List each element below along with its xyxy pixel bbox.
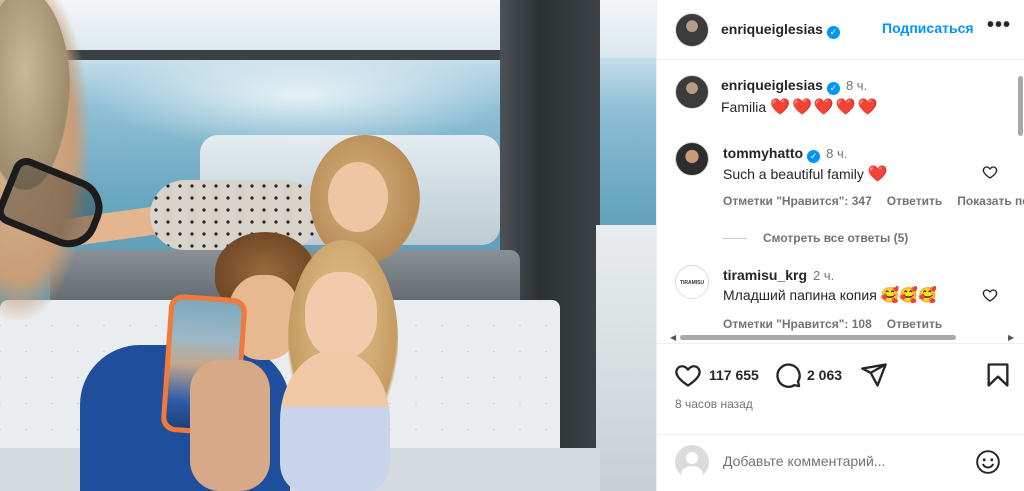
scroll-right-arrow-icon[interactable]: ▶ bbox=[1008, 333, 1014, 342]
translate-button[interactable]: Показать перевод bbox=[957, 194, 1024, 208]
verified-badge-icon: ✓ bbox=[807, 150, 821, 163]
hand bbox=[190, 360, 270, 491]
heart-icon[interactable] bbox=[674, 361, 702, 389]
likes-count[interactable]: 117 655 bbox=[709, 367, 759, 383]
caption-hearts: ❤️❤️❤️❤️❤️ bbox=[770, 99, 880, 116]
verified-badge-icon: ✓ bbox=[826, 26, 840, 39]
post-actions: 117 655 2 063 8 часов назад bbox=[657, 343, 1024, 423]
girl-face bbox=[305, 272, 377, 358]
add-comment-bar bbox=[657, 434, 1024, 491]
author-avatar[interactable] bbox=[675, 13, 709, 47]
comment-author[interactable]: tiramisu_krg 2 ч. bbox=[723, 267, 834, 283]
paper-plane-icon[interactable] bbox=[860, 361, 888, 389]
caption-time[interactable]: 8 ч. bbox=[846, 78, 867, 93]
comment-avatar-tiramisu[interactable]: TIRAMISU bbox=[675, 265, 709, 299]
post-header: enriqueiglesias ✓ Подписаться ••• bbox=[657, 0, 1024, 60]
comment-likes[interactable]: Отметки "Нравится": 108 bbox=[723, 317, 872, 331]
caption-text: Familia ❤️❤️❤️❤️❤️ bbox=[721, 99, 880, 116]
comment-avatar-tommyhatto[interactable] bbox=[675, 142, 709, 176]
comment-like-heart-icon[interactable] bbox=[982, 164, 998, 180]
comment-likes[interactable]: Отметки "Нравится": 347 bbox=[723, 194, 872, 208]
author-username[interactable]: enriqueiglesias ✓ bbox=[721, 21, 840, 39]
more-options-icon[interactable]: ••• bbox=[987, 14, 1011, 37]
smiley-icon[interactable] bbox=[975, 449, 1001, 475]
post-time[interactable]: 8 часов назад bbox=[675, 397, 753, 411]
current-user-avatar bbox=[675, 445, 709, 479]
comment-meta: Отметки "Нравится": 347 Ответить Показать … bbox=[723, 194, 1024, 208]
reply-button[interactable]: Ответить bbox=[887, 194, 942, 208]
comments-vertical-scrollbar[interactable] bbox=[1016, 62, 1024, 337]
caption-author-avatar[interactable] bbox=[675, 75, 709, 109]
boat-side bbox=[596, 225, 656, 491]
reply-button[interactable]: Ответить bbox=[887, 317, 942, 331]
verified-badge-icon: ✓ bbox=[826, 82, 840, 95]
scrollbar-thumb[interactable] bbox=[680, 335, 956, 340]
comments-list[interactable]: enriqueiglesias ✓ 8 ч. Familia ❤️❤️❤️❤️❤️ … bbox=[657, 61, 1024, 340]
add-comment-input[interactable] bbox=[723, 453, 973, 469]
view-replies-button[interactable]: Смотреть все ответы (5) bbox=[723, 231, 908, 245]
comments-count[interactable]: 2 063 bbox=[807, 367, 842, 383]
comment-like-heart-icon[interactable] bbox=[982, 287, 998, 303]
comment-author[interactable]: tommyhatto ✓ 8 ч. bbox=[723, 145, 847, 163]
caption-author[interactable]: enriqueiglesias ✓ 8 ч. bbox=[721, 77, 867, 95]
follow-button[interactable]: Подписаться bbox=[882, 20, 974, 36]
scroll-left-arrow-icon[interactable]: ◀ bbox=[670, 333, 676, 342]
comments-horizontal-scrollbar[interactable]: ◀ ▶ bbox=[668, 333, 1016, 342]
comment-meta: Отметки "Нравится": 108 Ответить bbox=[723, 317, 957, 331]
bookmark-icon[interactable] bbox=[984, 361, 1012, 389]
post-side-panel: enriqueiglesias ✓ Подписаться ••• enrique… bbox=[656, 0, 1024, 491]
comment-emoji: 🥰🥰🥰 bbox=[880, 287, 937, 304]
post-photo[interactable] bbox=[0, 0, 656, 491]
scrollbar-thumb[interactable] bbox=[1018, 76, 1023, 136]
baby bbox=[280, 350, 390, 491]
comment-icon[interactable] bbox=[774, 361, 802, 389]
comment-text: Младший папина копия 🥰🥰🥰 bbox=[723, 287, 937, 304]
comment-emoji: ❤️ bbox=[867, 166, 890, 183]
comment-text: Such a beautiful family ❤️ bbox=[723, 166, 890, 183]
